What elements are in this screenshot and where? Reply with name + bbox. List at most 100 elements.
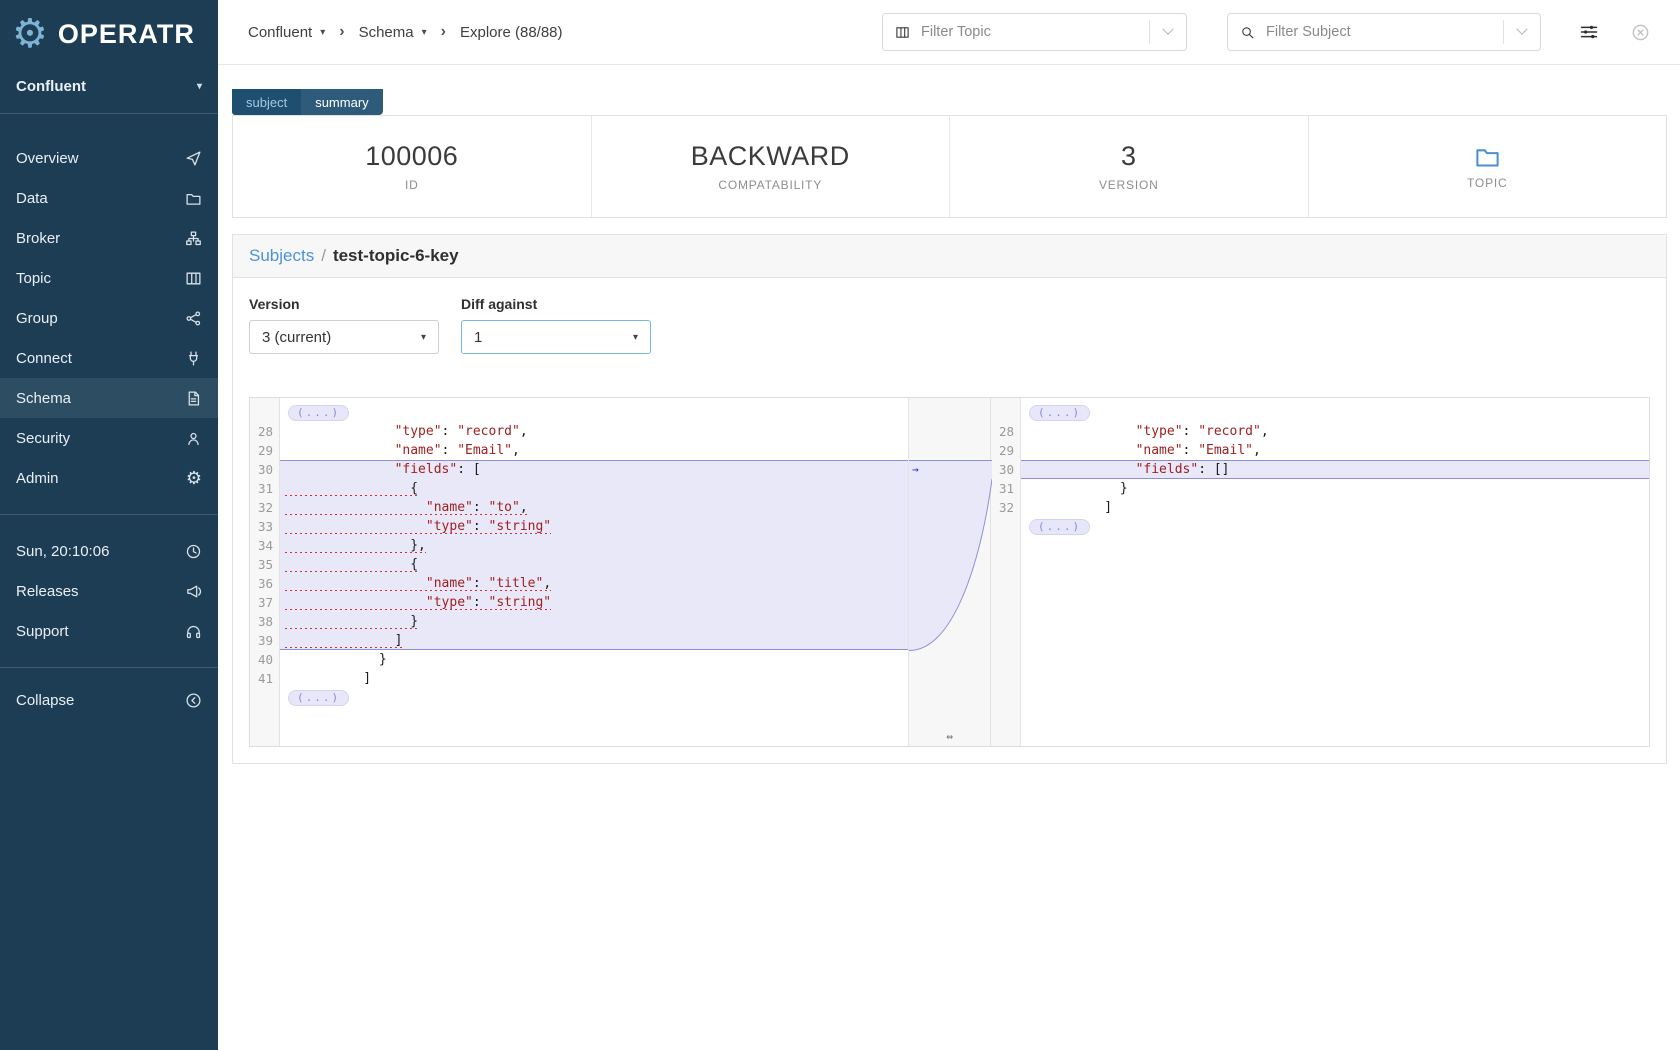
stat-label: VERSION — [1099, 178, 1159, 192]
sidebar-item-support[interactable]: Support — [0, 611, 218, 651]
folder-icon — [1474, 143, 1501, 170]
sidebar-item-label: Sun, 20:10:06 — [16, 543, 109, 560]
chevron-down-icon: ▾ — [320, 27, 325, 38]
filter-subject-field[interactable] — [1264, 23, 1503, 41]
clock-icon — [185, 543, 202, 560]
code-line: "name": "title", — [280, 574, 908, 593]
code-line: "name": "Email", — [1021, 441, 1649, 460]
diff-left-row: 39 ] — [250, 631, 908, 650]
line-number: 29 — [250, 441, 280, 460]
code-line: ] — [280, 669, 908, 688]
diff-chunk-arrow-icon[interactable]: → — [912, 460, 919, 479]
diff-right-row: 32 ] — [991, 498, 1649, 517]
line-number: 31 — [250, 479, 280, 498]
diff-left-row: 36 "name": "title", — [250, 574, 908, 593]
sidebar-item-label: Admin — [16, 470, 59, 487]
breadcrumb-item-schema[interactable]: Schema▾ — [359, 24, 427, 41]
collapsed-lines-badge[interactable]: (...) — [288, 690, 349, 706]
share-icon — [185, 310, 202, 327]
collapsed-lines-badge[interactable]: (...) — [288, 405, 349, 421]
tab-subject[interactable]: subject — [232, 89, 301, 115]
filter-topic-input[interactable] — [882, 13, 1187, 51]
sidebar-item-releases[interactable]: Releases — [0, 571, 218, 611]
diff-right-row: 30 "fields": [] — [991, 460, 1649, 479]
sidebar-item-label: Schema — [16, 390, 71, 407]
chevron-circle-left-icon — [185, 692, 202, 709]
breadcrumb-item-confluent[interactable]: Confluent▾ — [248, 24, 325, 41]
tab-summary[interactable]: summary — [301, 89, 382, 115]
code-line: ] — [280, 631, 908, 650]
collapsed-lines-badge[interactable]: (...) — [1029, 405, 1090, 421]
sidebar-item-label: Security — [16, 430, 70, 447]
sidebar-item-admin[interactable]: Admin⚙ — [0, 458, 218, 498]
filter-settings-icon[interactable] — [1579, 22, 1599, 42]
breadcrumb-separator: / — [321, 246, 326, 265]
sidebar-item-security[interactable]: Security — [0, 418, 218, 458]
line-number: 30 — [250, 460, 280, 479]
line-number: 41 — [250, 669, 280, 688]
code-line: ] — [1021, 498, 1649, 517]
collapsed-lines-badge[interactable]: (...) — [1029, 519, 1090, 535]
version-label: Version — [249, 296, 439, 312]
sidebar-item-connect[interactable]: Connect — [0, 338, 218, 378]
sidebar-item-clock[interactable]: Sun, 20:10:06 — [0, 531, 218, 571]
clear-filters-icon[interactable] — [1631, 23, 1650, 42]
version-select[interactable]: 3 (current) ▾ — [249, 320, 439, 354]
breadcrumb-label: Schema — [359, 24, 414, 41]
diff-against-control: Diff against 1 ▾ — [461, 296, 651, 354]
cluster-selector[interactable]: Confluent ▾ — [0, 64, 218, 107]
code-line: { — [280, 555, 908, 574]
sidebar-item-schema[interactable]: Schema — [0, 378, 218, 418]
schema-stats-card: 100006IDBACKWARDCOMPATABILITY3VERSIONTOP… — [232, 115, 1667, 218]
sidebar-item-broker[interactable]: Broker — [0, 218, 218, 258]
chevron-down-icon: ▾ — [633, 332, 638, 343]
diff-left-row: 38 } — [250, 612, 908, 631]
topbar: Confluent▾›Schema▾›Explore (88/88) — [218, 0, 1680, 65]
diff-against-select[interactable]: 1 ▾ — [461, 320, 651, 354]
sidebar-item-data[interactable]: Data — [0, 178, 218, 218]
diff-right-row: (...) — [991, 403, 1649, 422]
sitemap-icon — [185, 230, 202, 247]
diff-left-row: 41 ] — [250, 669, 908, 688]
diff-connector-curve — [909, 398, 992, 747]
line-number — [250, 688, 280, 707]
breadcrumb-label: Explore (88/88) — [460, 24, 563, 41]
stat-value: 3 — [1121, 141, 1137, 172]
sidebar-divider — [0, 514, 218, 515]
sidebar-item-overview[interactable]: Overview — [0, 138, 218, 178]
diff-left-row: 31 { — [250, 479, 908, 498]
line-number: 28 — [250, 422, 280, 441]
logo-text: OPERATR — [58, 19, 195, 50]
diff-left-row: (...) — [250, 403, 908, 422]
tab-label: summary — [315, 95, 368, 110]
filter-topic-dropdown-toggle[interactable] — [1150, 14, 1186, 50]
line-number: 30 — [991, 460, 1021, 479]
logo-gear-icon: ⚙ — [12, 12, 48, 56]
stat-value: 100006 — [365, 141, 458, 172]
code-line: "name": "Email", — [280, 441, 908, 460]
tab-label: subject — [246, 95, 287, 110]
scroll-lock-icon[interactable]: ⇔ — [946, 730, 953, 743]
megaphone-icon — [185, 583, 202, 600]
filter-subject-input[interactable] — [1227, 13, 1541, 51]
headphones-icon — [185, 623, 202, 640]
diff-right-row: 29 "name": "Email", — [991, 441, 1649, 460]
line-number: 40 — [250, 650, 280, 669]
sidebar-collapse-button[interactable]: Collapse — [0, 680, 218, 720]
filter-subject-dropdown-toggle[interactable] — [1504, 14, 1540, 50]
sidebar-divider — [0, 667, 218, 668]
sidebar-item-group[interactable]: Group — [0, 298, 218, 338]
topbar-controls — [882, 13, 1650, 51]
folder-icon — [185, 190, 202, 207]
sidebar-item-topic[interactable]: Topic — [0, 258, 218, 298]
filter-topic-field[interactable] — [919, 23, 1149, 41]
line-number: 33 — [250, 517, 280, 536]
sidebar-item-label: Topic — [16, 270, 51, 287]
subject-name: test-topic-6-key — [333, 246, 459, 265]
subjects-link[interactable]: Subjects — [249, 246, 314, 265]
stat-id: 100006ID — [233, 116, 592, 217]
chevron-down-icon — [1516, 24, 1527, 35]
line-number: 28 — [991, 422, 1021, 441]
schema-diff-view: (...)28 "type": "record",29 "name": "Ema… — [249, 397, 1650, 747]
version-select-value: 3 (current) — [262, 329, 331, 346]
